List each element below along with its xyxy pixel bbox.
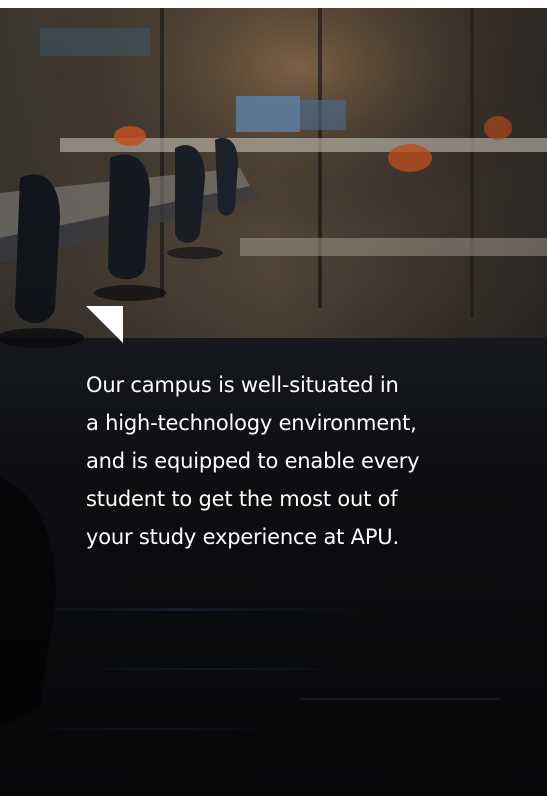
caption-line: your study experience at APU. xyxy=(86,525,399,549)
corner-triangle-icon xyxy=(86,306,123,343)
caption-line: student to get the most out of xyxy=(86,487,398,511)
caption-line: a high-technology environment, xyxy=(86,411,417,435)
caption-line: and is equipped to enable every xyxy=(86,449,420,473)
campus-feature-card: Our campus is well-situated in a high-te… xyxy=(0,8,547,796)
caption-line: Our campus is well-situated in xyxy=(86,373,399,397)
campus-caption: Our campus is well-situated in a high-te… xyxy=(86,366,526,556)
